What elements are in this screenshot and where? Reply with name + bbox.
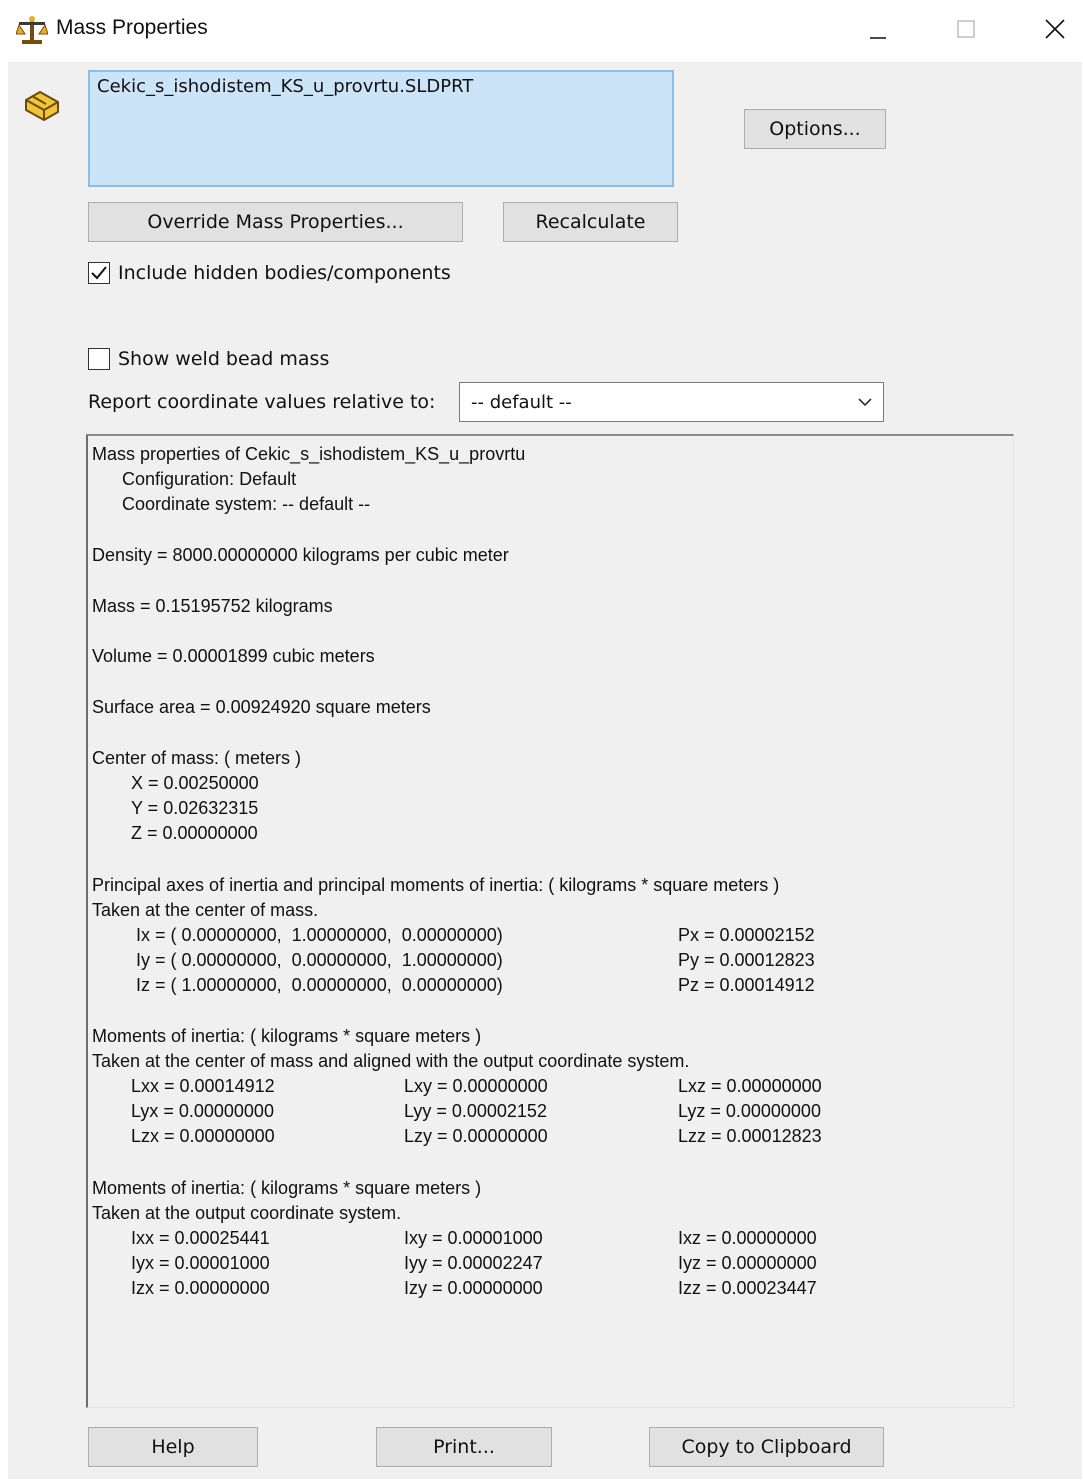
coordinate-system-value: -- default -- bbox=[471, 392, 572, 413]
mass-properties-icon bbox=[16, 16, 48, 44]
report-configuration: Configuration: Default bbox=[122, 469, 297, 489]
moi-out-ixx: Ixx = 0.00025441 bbox=[131, 1228, 270, 1248]
report-mass: Mass = 0.15195752 kilograms bbox=[92, 596, 333, 616]
report-volume: Volume = 0.00001899 cubic meters bbox=[92, 646, 375, 666]
report-coordinate-system: Coordinate system: -- default -- bbox=[122, 494, 371, 514]
report-moi-out-sub: Taken at the output coordinate system. bbox=[92, 1203, 402, 1223]
title-bar: Mass Properties bbox=[0, 0, 1083, 62]
coordinate-system-select[interactable]: -- default -- bbox=[459, 382, 884, 422]
report-principal-header: Principal axes of inertia and principal … bbox=[92, 875, 780, 895]
show-weld-bead-label[interactable]: Show weld bead mass bbox=[118, 348, 329, 370]
moi-out-iyz: Iyz = 0.00000000 bbox=[678, 1253, 817, 1273]
principal-axis-iy: Iy = ( 0.00000000, 0.00000000, 1.0000000… bbox=[136, 950, 503, 970]
show-weld-bead-checkbox[interactable] bbox=[88, 348, 110, 370]
results-text-area[interactable]: Mass properties of Cekic_s_ishodistem_KS… bbox=[86, 434, 1014, 1408]
selected-items-list[interactable]: Cekic_s_ishodistem_KS_u_provrtu.SLDPRT bbox=[88, 70, 674, 187]
moi-out-ixy: Ixy = 0.00001000 bbox=[404, 1228, 543, 1248]
part-icon bbox=[25, 91, 59, 121]
report-moi-com-sub: Taken at the center of mass and aligned … bbox=[92, 1051, 690, 1071]
moi-com-lxz: Lxz = 0.00000000 bbox=[678, 1076, 822, 1096]
close-icon[interactable] bbox=[1024, 8, 1083, 52]
moi-out-iyx: Iyx = 0.00001000 bbox=[131, 1253, 270, 1273]
moi-out-izx: Izx = 0.00000000 bbox=[131, 1278, 270, 1298]
principal-axis-ix: Ix = ( 0.00000000, 1.00000000, 0.0000000… bbox=[136, 925, 503, 945]
moi-com-lzz: Lzz = 0.00012823 bbox=[678, 1126, 822, 1146]
report-moi-out-header: Moments of inertia: ( kilograms * square… bbox=[92, 1178, 482, 1198]
recalculate-button[interactable]: Recalculate bbox=[503, 202, 678, 242]
report-com-header: Center of mass: ( meters ) bbox=[92, 748, 302, 768]
print-button[interactable]: Print... bbox=[376, 1427, 552, 1467]
moi-out-izy: Izy = 0.00000000 bbox=[404, 1278, 543, 1298]
maximize-icon[interactable] bbox=[936, 8, 996, 52]
moi-out-iyy: Iyy = 0.00002247 bbox=[404, 1253, 543, 1273]
moi-com-lxx: Lxx = 0.00014912 bbox=[131, 1076, 275, 1096]
principal-moment-pz: Pz = 0.00014912 bbox=[678, 975, 815, 995]
chevron-down-icon bbox=[858, 398, 872, 407]
minimize-icon[interactable] bbox=[848, 8, 908, 52]
moi-com-lyz: Lyz = 0.00000000 bbox=[678, 1101, 821, 1121]
report-com-x: X = 0.00250000 bbox=[131, 773, 259, 793]
report-surface-area: Surface area = 0.00924920 square meters bbox=[92, 697, 431, 717]
window-title: Mass Properties bbox=[56, 16, 208, 39]
selected-item[interactable]: Cekic_s_ishodistem_KS_u_provrtu.SLDPRT bbox=[97, 76, 473, 97]
checkmark-icon bbox=[91, 266, 107, 280]
include-hidden-label[interactable]: Include hidden bodies/components bbox=[118, 262, 451, 284]
include-hidden-checkbox[interactable] bbox=[88, 262, 110, 284]
principal-moment-py: Py = 0.00012823 bbox=[678, 950, 815, 970]
moi-com-lyy: Lyy = 0.00002152 bbox=[404, 1101, 547, 1121]
copy-to-clipboard-button[interactable]: Copy to Clipboard bbox=[649, 1427, 884, 1467]
report-header: Mass properties of Cekic_s_ishodistem_KS… bbox=[92, 444, 526, 464]
report-com-z: Z = 0.00000000 bbox=[131, 823, 258, 843]
principal-moment-px: Px = 0.00002152 bbox=[678, 925, 815, 945]
coordinate-system-label: Report coordinate values relative to: bbox=[88, 391, 436, 413]
report-moi-com-header: Moments of inertia: ( kilograms * square… bbox=[92, 1026, 482, 1046]
report-com-y: Y = 0.02632315 bbox=[131, 798, 259, 818]
moi-com-lyx: Lyx = 0.00000000 bbox=[131, 1101, 274, 1121]
options-button[interactable]: Options... bbox=[744, 109, 886, 149]
moi-com-lxy: Lxy = 0.00000000 bbox=[404, 1076, 548, 1096]
moi-out-izz: Izz = 0.00023447 bbox=[678, 1278, 817, 1298]
moi-com-lzy: Lzy = 0.00000000 bbox=[404, 1126, 548, 1146]
moi-out-ixz: Ixz = 0.00000000 bbox=[678, 1228, 817, 1248]
principal-axis-iz: Iz = ( 1.00000000, 0.00000000, 0.0000000… bbox=[136, 975, 503, 995]
moi-com-lzx: Lzx = 0.00000000 bbox=[131, 1126, 275, 1146]
override-mass-properties-button[interactable]: Override Mass Properties... bbox=[88, 202, 463, 242]
report-density: Density = 8000.00000000 kilograms per cu… bbox=[92, 545, 509, 565]
help-button[interactable]: Help bbox=[88, 1427, 258, 1467]
report-principal-sub: Taken at the center of mass. bbox=[92, 900, 319, 920]
